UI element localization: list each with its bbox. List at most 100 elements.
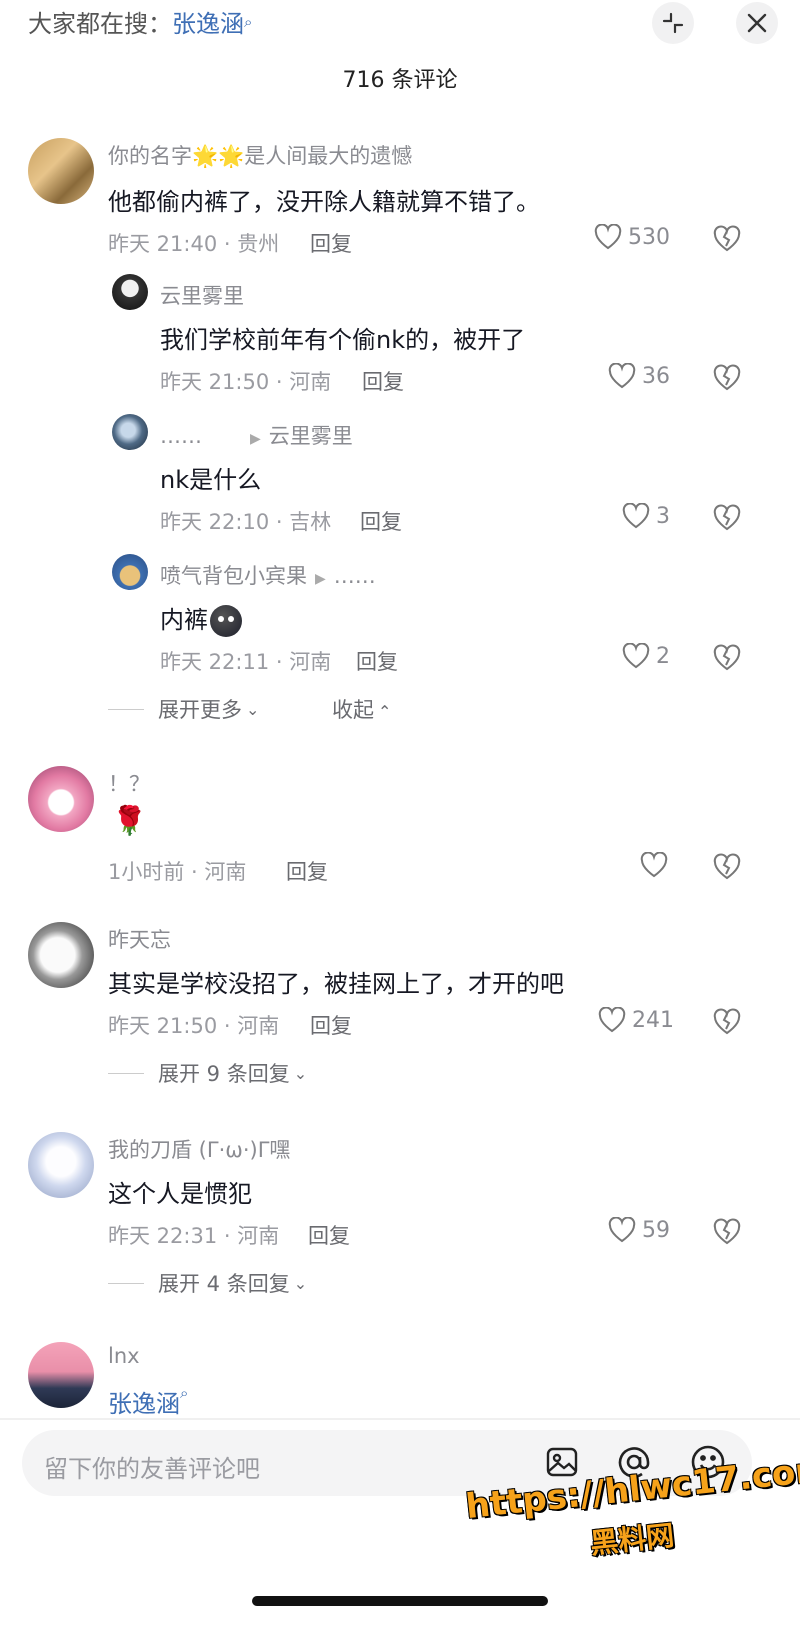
like-button[interactable]: [640, 852, 674, 878]
avatar[interactable]: [28, 138, 94, 204]
like-button[interactable]: 241: [598, 1007, 674, 1033]
image-icon: [546, 1447, 578, 1477]
home-indicator[interactable]: [252, 1596, 548, 1606]
dislike-icon: [713, 1008, 741, 1035]
divider: [0, 1418, 800, 1420]
expand-replies-button[interactable]: 展开 4 条回复 ⌄: [108, 1268, 307, 1298]
avatar[interactable]: [112, 274, 148, 310]
like-button[interactable]: 3: [622, 503, 670, 529]
avatar[interactable]: [28, 922, 94, 988]
dislike-icon: [713, 364, 741, 391]
comment-text: 他都偷内裤了，没开除人籍就算不错了。: [108, 188, 540, 216]
comment-count-title: 716 条评论: [342, 68, 458, 93]
dislike-button[interactable]: [712, 503, 742, 531]
heart-icon: [598, 1007, 626, 1033]
avatar[interactable]: [28, 766, 94, 832]
reply-to-username[interactable]: ……: [334, 564, 376, 588]
trending-search-prefix: 大家都在搜：: [28, 10, 172, 38]
comment-item: 昨天忘 其实是学校没招了，被挂网上了，才开的吧 昨天 21:50 · 河南 回复…: [0, 920, 800, 1110]
like-count: 530: [628, 224, 670, 250]
expand-more-button[interactable]: 展开更多 ⌄: [108, 694, 259, 724]
reply-username[interactable]: 云里雾里: [160, 280, 244, 310]
heart-icon: [622, 503, 650, 529]
chevron-up-icon: ⌃: [378, 702, 392, 721]
comment-username[interactable]: 我的刀盾 (ᒥ·ω·)ᒥ嘿: [108, 1134, 290, 1164]
comment-username[interactable]: 你的名字🌟🌟是人间最大的遗憾: [108, 140, 412, 170]
reply-button[interactable]: 回复: [310, 1010, 352, 1040]
heart-icon: [608, 1217, 636, 1243]
reply-button[interactable]: 回复: [356, 646, 398, 676]
comment-meta: 昨天 22:31 · 河南: [108, 1224, 280, 1248]
heart-icon: [640, 852, 668, 878]
reply-username[interactable]: …… ▶ 云里雾里: [160, 420, 353, 450]
comment-username[interactable]: 昨天忘: [108, 924, 171, 954]
like-count: 59: [642, 1217, 670, 1243]
reply-text: 我们学校前年有个偷nk的，被开了: [160, 326, 526, 354]
chevron-down-icon: ⌄: [293, 1063, 308, 1083]
reply-text: 内裤: [160, 600, 242, 637]
trending-search[interactable]: 大家都在搜：张逸涵⌕: [28, 4, 252, 44]
comment-text: 张逸涵⌕: [108, 1384, 188, 1419]
comment-text: 其实是学校没招了，被挂网上了，才开的吧: [108, 970, 564, 998]
emoji-sticker: [210, 605, 242, 637]
heart-icon: [622, 643, 650, 669]
reply-button[interactable]: 回复: [360, 506, 402, 536]
collapse-icon: [662, 12, 684, 34]
comment-username[interactable]: ！？: [108, 768, 150, 798]
reply-meta: 昨天 22:10 · 吉林: [160, 510, 332, 534]
reply-button[interactable]: 回复: [308, 1220, 350, 1250]
reply-button[interactable]: 回复: [310, 228, 352, 258]
avatar[interactable]: [112, 554, 148, 590]
like-button[interactable]: 36: [608, 363, 670, 389]
like-button[interactable]: 2: [622, 643, 670, 669]
avatar[interactable]: [28, 1132, 94, 1198]
like-button[interactable]: 530: [594, 224, 670, 250]
collapse-button[interactable]: [652, 2, 694, 44]
dislike-icon: [713, 1218, 741, 1245]
collapse-replies-button[interactable]: 收起 ⌃: [332, 694, 391, 724]
comment-text: 这个人是惯犯: [108, 1180, 252, 1208]
comment-item: 你的名字🌟🌟是人间最大的遗憾 他都偷内裤了，没开除人籍就算不错了。 昨天 21:…: [0, 136, 800, 736]
like-count: 36: [642, 363, 670, 389]
dislike-button[interactable]: [712, 643, 742, 671]
reply-username[interactable]: 喷气背包小宾果 ▶……: [160, 560, 376, 590]
close-button[interactable]: [736, 2, 778, 44]
heart-icon: [608, 363, 636, 389]
reply-text: nk是什么: [160, 466, 262, 494]
chevron-down-icon: ⌄: [293, 1273, 308, 1293]
comment-input-placeholder: 留下你的友善评论吧: [44, 1455, 260, 1483]
expand-replies-button[interactable]: 展开 9 条回复 ⌄: [108, 1058, 307, 1088]
watermark-site-name: 黑料网: [588, 1518, 676, 1561]
avatar[interactable]: [28, 1342, 94, 1408]
dislike-button[interactable]: [712, 1217, 742, 1245]
comment-username[interactable]: lnx: [108, 1344, 140, 1368]
trending-search-keyword[interactable]: 张逸涵: [172, 10, 244, 38]
dislike-icon: [713, 225, 741, 252]
search-keyword-link[interactable]: 张逸涵: [108, 1390, 180, 1418]
like-count: 2: [656, 643, 670, 669]
comment-text: 🌹: [112, 804, 147, 837]
reply-button[interactable]: 回复: [286, 856, 328, 886]
comment-meta: 1小时前 · 河南: [108, 860, 247, 884]
reply-meta: 昨天 21:50 · 河南: [160, 370, 332, 394]
search-icon: ⌕: [180, 1384, 189, 1402]
avatar[interactable]: [112, 414, 148, 450]
comment-meta: 昨天 21:40 · 贵州: [108, 232, 280, 256]
like-count: 3: [656, 503, 670, 529]
search-icon: ⌕: [244, 13, 253, 31]
dislike-icon: [713, 504, 741, 531]
dislike-button[interactable]: [712, 1007, 742, 1035]
dislike-button[interactable]: [712, 224, 742, 252]
reply-meta: 昨天 22:11 · 河南: [160, 650, 332, 674]
dislike-button[interactable]: [712, 852, 742, 880]
comment-item: 我的刀盾 (ᒥ·ω·)ᒥ嘿 这个人是惯犯 昨天 22:31 · 河南 回复 59…: [0, 1130, 800, 1320]
reply-button[interactable]: 回复: [362, 366, 404, 396]
reply-to-username[interactable]: 云里雾里: [269, 424, 353, 448]
comment-item: lnx 张逸涵⌕: [0, 1340, 800, 1419]
dislike-button[interactable]: [712, 363, 742, 391]
like-button[interactable]: 59: [608, 1217, 670, 1243]
comment-item: ！？ 🌹 1小时前 · 河南 回复: [0, 764, 800, 904]
dislike-icon: [713, 853, 741, 880]
chevron-down-icon: ⌄: [246, 699, 260, 719]
like-count: 241: [632, 1007, 674, 1033]
